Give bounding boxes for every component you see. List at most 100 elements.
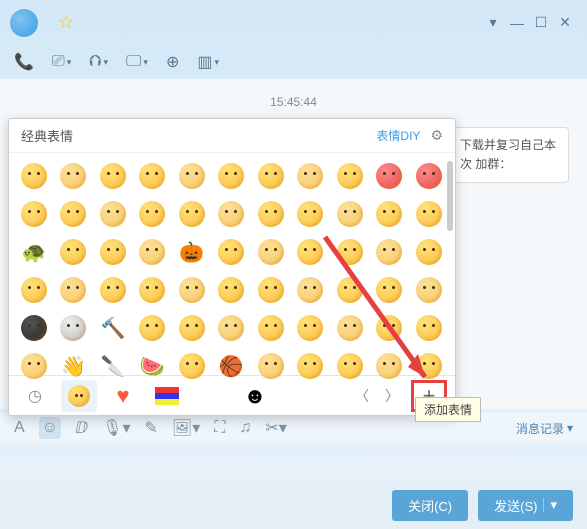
emoji-cell[interactable]	[254, 349, 288, 383]
emoji-cell[interactable]	[293, 159, 327, 193]
emoji-cell[interactable]: 🍉	[135, 349, 169, 383]
emoji-cell[interactable]	[333, 273, 367, 307]
message-history-link[interactable]: 消息记录 ▾	[516, 420, 573, 437]
emoji-cell[interactable]	[214, 159, 248, 193]
emoji-cell[interactable]	[412, 273, 446, 307]
emoji-cell[interactable]	[412, 197, 446, 231]
add-button[interactable]: ⊕	[166, 52, 179, 72]
mic-button[interactable]: 🎙▾	[102, 418, 130, 438]
emoji-cell[interactable]	[333, 197, 367, 231]
emoji-cell[interactable]	[214, 311, 248, 345]
tab-blank[interactable]	[193, 380, 229, 412]
emoji-cell[interactable]	[175, 311, 209, 345]
emoji-cell[interactable]	[254, 311, 288, 345]
emoji-cell[interactable]	[56, 273, 90, 307]
emoji-cell[interactable]	[214, 235, 248, 269]
emoji-cell[interactable]	[96, 235, 130, 269]
share-button[interactable]: ⮉▾	[89, 53, 108, 71]
emoji-cell[interactable]	[214, 197, 248, 231]
tab-flag[interactable]	[149, 380, 185, 412]
emoji-diy-link[interactable]: 表情DIY	[376, 127, 420, 144]
emoji-cell[interactable]	[254, 273, 288, 307]
emoji-cell[interactable]	[293, 197, 327, 231]
screenshot-button[interactable]: ⛶	[214, 419, 225, 437]
emoji-cell[interactable]	[412, 159, 446, 193]
cut-button[interactable]: ✂▾	[265, 418, 286, 438]
music-button[interactable]: ♫	[239, 419, 251, 437]
emoji-cell[interactable]	[333, 311, 367, 345]
emoji-cell[interactable]: 🔨	[96, 311, 130, 345]
close-button[interactable]: 关闭(C)	[392, 490, 468, 521]
call-button[interactable]: 📞	[14, 52, 34, 72]
emoji-cell[interactable]	[56, 197, 90, 231]
emoji-cell[interactable]	[293, 235, 327, 269]
edit-button[interactable]: ✎	[144, 418, 157, 438]
emoji-cell[interactable]	[96, 159, 130, 193]
emoji-cell[interactable]	[96, 273, 130, 307]
emoji-cell[interactable]	[56, 235, 90, 269]
emoji-cell[interactable]	[254, 159, 288, 193]
emoji-cell[interactable]	[372, 197, 406, 231]
gif-button[interactable]: ⅅ	[75, 418, 88, 438]
emoji-cell[interactable]	[17, 197, 51, 231]
emoji-cell[interactable]	[412, 349, 446, 383]
emoji-cell[interactable]	[175, 197, 209, 231]
window-menu-button[interactable]: ▾	[481, 14, 505, 31]
font-button[interactable]: A	[14, 419, 25, 437]
emoji-cell[interactable]	[17, 349, 51, 383]
emoji-cell[interactable]	[372, 273, 406, 307]
emoji-cell[interactable]	[135, 273, 169, 307]
emoji-cell[interactable]	[56, 311, 90, 345]
emoji-next-button[interactable]: 〉	[381, 386, 403, 406]
minimize-button[interactable]: —	[505, 15, 529, 31]
emoji-settings-icon[interactable]: ⚙	[430, 127, 443, 144]
tab-ghost[interactable]: ☻	[237, 380, 273, 412]
star-icon[interactable]: ☆	[58, 12, 74, 33]
close-window-button[interactable]: ✕	[553, 14, 577, 31]
send-button[interactable]: 发送(S)▾	[478, 490, 573, 521]
emoji-cell[interactable]	[333, 235, 367, 269]
emoji-cell[interactable]	[293, 311, 327, 345]
emoji-cell[interactable]	[293, 349, 327, 383]
emoji-cell[interactable]	[175, 273, 209, 307]
emoji-cell[interactable]	[56, 159, 90, 193]
emoji-cell[interactable]	[175, 349, 209, 383]
tab-smile[interactable]	[61, 380, 97, 412]
emoji-cell[interactable]	[372, 349, 406, 383]
emoji-cell[interactable]	[175, 159, 209, 193]
emoji-cell[interactable]	[412, 235, 446, 269]
tab-recent[interactable]: ◷	[17, 380, 53, 412]
video-button[interactable]: ⎚▾	[52, 53, 71, 71]
emoji-cell[interactable]	[254, 197, 288, 231]
apps-button[interactable]: ▥▾	[197, 52, 219, 72]
emoji-cell[interactable]: 🔪	[96, 349, 130, 383]
emoji-cell[interactable]: 🏀	[214, 349, 248, 383]
screen-share-button[interactable]: 🖵▾	[126, 53, 148, 71]
emoji-cell[interactable]	[293, 273, 327, 307]
emoji-prev-button[interactable]: 〈	[351, 386, 373, 406]
maximize-button[interactable]: ☐	[529, 14, 553, 31]
emoji-cell[interactable]	[17, 311, 51, 345]
emoji-button[interactable]: ☺	[39, 417, 61, 439]
tab-heart[interactable]: ♥	[105, 380, 141, 412]
emoji-cell[interactable]: 🐢	[17, 235, 51, 269]
emoji-cell[interactable]	[135, 159, 169, 193]
emoji-cell[interactable]	[17, 159, 51, 193]
emoji-cell[interactable]	[214, 273, 248, 307]
emoji-cell[interactable]	[372, 159, 406, 193]
emoji-cell[interactable]	[96, 197, 130, 231]
emoji-cell[interactable]	[254, 235, 288, 269]
emoji-cell[interactable]	[333, 159, 367, 193]
emoji-cell[interactable]	[372, 235, 406, 269]
emoji-cell[interactable]: 👋	[56, 349, 90, 383]
emoji-cell[interactable]	[135, 235, 169, 269]
image-button[interactable]: 🖼▾	[172, 418, 200, 438]
emoji-scrollbar[interactable]	[447, 161, 453, 231]
contact-avatar[interactable]	[10, 9, 38, 37]
emoji-cell[interactable]	[372, 311, 406, 345]
emoji-cell[interactable]	[135, 197, 169, 231]
emoji-cell[interactable]	[333, 349, 367, 383]
emoji-cell[interactable]	[135, 311, 169, 345]
emoji-cell[interactable]: 🎃	[175, 235, 209, 269]
emoji-cell[interactable]	[412, 311, 446, 345]
